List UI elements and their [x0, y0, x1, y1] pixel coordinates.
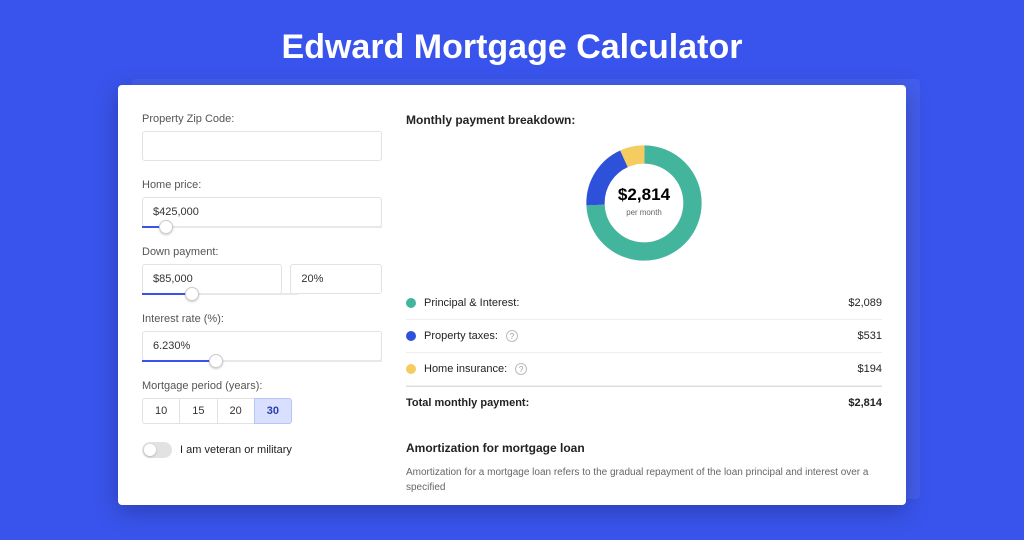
breakdown-panel: Monthly payment breakdown: $2,814 per mo… [406, 113, 882, 505]
rate-label: Interest rate (%): [142, 313, 382, 325]
total-value: $2,814 [848, 397, 882, 409]
help-icon[interactable]: ? [506, 330, 518, 342]
zip-label: Property Zip Code: [142, 113, 382, 125]
legend-label: Home insurance: [424, 363, 507, 375]
rate-block: Interest rate (%): [142, 313, 382, 362]
down-amount-input[interactable] [142, 264, 282, 294]
rate-slider[interactable] [142, 360, 382, 362]
donut-svg: $2,814 per month [580, 139, 708, 267]
legend-row-total: Total monthly payment: $2,814 [406, 386, 882, 419]
down-label: Down payment: [142, 246, 382, 258]
down-pct-input[interactable] [290, 264, 382, 294]
legend-row-insurance: Home insurance: ? $194 [406, 353, 882, 386]
calculator-card: Property Zip Code: Home price: Down paym… [118, 85, 906, 505]
period-buttons: 10 15 20 30 [142, 398, 382, 424]
amort-title: Amortization for mortgage loan [406, 441, 882, 455]
period-20-button[interactable]: 20 [217, 398, 255, 424]
price-block: Home price: [142, 179, 382, 228]
donut-center-amount: $2,814 [618, 185, 671, 204]
legend-value: $194 [858, 363, 882, 375]
form-panel: Property Zip Code: Home price: Down paym… [142, 113, 382, 505]
page-title: Edward Mortgage Calculator [0, 28, 1024, 67]
dot-icon [406, 298, 416, 308]
slider-thumb[interactable] [209, 354, 223, 368]
veteran-label: I am veteran or military [180, 444, 292, 456]
veteran-toggle-row: I am veteran or military [142, 442, 382, 458]
period-30-button[interactable]: 30 [254, 398, 292, 424]
period-label: Mortgage period (years): [142, 380, 382, 392]
total-label: Total monthly payment: [406, 397, 529, 409]
down-slider[interactable] [142, 293, 298, 295]
legend: Principal & Interest: $2,089 Property ta… [406, 287, 882, 419]
donut-center-sub: per month [626, 208, 662, 217]
legend-row-taxes: Property taxes: ? $531 [406, 320, 882, 353]
period-15-button[interactable]: 15 [179, 398, 217, 424]
legend-value: $2,089 [848, 297, 882, 309]
dot-icon [406, 331, 416, 341]
zip-block: Property Zip Code: [142, 113, 382, 161]
period-block: Mortgage period (years): 10 15 20 30 [142, 380, 382, 424]
toggle-knob [144, 444, 156, 456]
slider-thumb[interactable] [185, 287, 199, 301]
price-slider[interactable] [142, 226, 382, 228]
veteran-toggle[interactable] [142, 442, 172, 458]
help-icon[interactable]: ? [515, 363, 527, 375]
price-input[interactable] [142, 197, 382, 227]
dot-icon [406, 364, 416, 374]
period-10-button[interactable]: 10 [142, 398, 180, 424]
zip-input[interactable] [142, 131, 382, 161]
rate-input[interactable] [142, 331, 382, 361]
price-label: Home price: [142, 179, 382, 191]
donut-chart: $2,814 per month [406, 139, 882, 267]
legend-label: Principal & Interest: [424, 297, 519, 309]
legend-value: $531 [858, 330, 882, 342]
amort-text: Amortization for a mortgage loan refers … [406, 465, 882, 495]
slider-thumb[interactable] [159, 220, 173, 234]
down-block: Down payment: [142, 246, 382, 295]
legend-row-principal: Principal & Interest: $2,089 [406, 287, 882, 320]
legend-label: Property taxes: [424, 330, 498, 342]
breakdown-title: Monthly payment breakdown: [406, 113, 882, 127]
